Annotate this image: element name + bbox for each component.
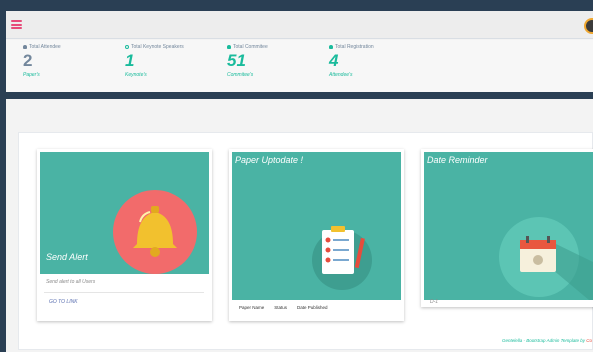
user-avatar[interactable]: [584, 18, 593, 34]
user-icon: [227, 45, 231, 49]
content-panel: Send Alert Send alert to all Users GO TO…: [18, 132, 593, 350]
stat-sub: Paper's: [23, 72, 40, 78]
footer-link[interactable]: Co: [586, 338, 592, 343]
card-divider: [44, 292, 204, 293]
stat-total-commitee: Total Commitee 51 Commitee's: [227, 44, 268, 78]
column-header: Date Published: [297, 305, 328, 310]
footer-text: Gentelella - Bootstrap Admin Template by: [502, 338, 587, 343]
user-icon: [329, 45, 333, 49]
hamburger-icon[interactable]: [11, 20, 22, 29]
calendar-icon: [499, 217, 593, 300]
divider-bar: [6, 92, 593, 99]
user-icon: [23, 45, 27, 49]
date-reminder-description: D-1: [430, 299, 439, 305]
date-reminder-card[interactable]: Date Reminder D-1: [421, 149, 593, 307]
stat-value: 51: [227, 51, 246, 70]
stat-total-registration: Total Registration 4 Attendee's: [329, 44, 374, 78]
send-alert-title: Send Alert: [46, 252, 88, 262]
stat-label: Total Commitee: [233, 44, 268, 50]
send-alert-description: Send alert to all Users: [46, 279, 96, 285]
stat-value: 1: [125, 51, 135, 70]
date-reminder-image: Date Reminder: [424, 152, 593, 300]
date-reminder-title: Date Reminder: [427, 155, 488, 165]
paper-uptodate-image: Paper Uptodate !: [232, 152, 401, 300]
footer-credit: Gentelella - Bootstrap Admin Template by…: [502, 338, 592, 343]
clock-icon: [125, 45, 129, 49]
paper-uptodate-title: Paper Uptodate !: [235, 155, 304, 165]
stat-label: Total Attendee: [29, 44, 61, 50]
clipboard-icon: [312, 226, 372, 290]
stat-total-attendee: Total Attendee 2 Paper's: [23, 44, 61, 78]
app-window: Total Attendee 2 Paper's Total Keynote S…: [6, 11, 593, 352]
stat-value: 4: [329, 51, 339, 70]
stats-row: Total Attendee 2 Paper's Total Keynote S…: [6, 40, 593, 92]
stat-sub: Attendee's: [329, 72, 353, 78]
send-alert-image: Send Alert: [40, 152, 209, 274]
stat-sub: Commitee's: [227, 72, 254, 78]
paper-table-header: Paper Name Status Date Published: [234, 305, 333, 310]
stat-label: Total Registration: [335, 44, 374, 50]
send-alert-card[interactable]: Send Alert Send alert to all Users GO TO…: [37, 149, 212, 321]
stat-label: Total Keynote Speakers: [131, 44, 184, 50]
go-to-link[interactable]: GO TO LINK: [49, 299, 78, 305]
column-header: Paper Name: [239, 305, 265, 310]
stat-value: 2: [23, 51, 33, 70]
stat-total-keynote: Total Keynote Speakers 1 Keynote's: [125, 44, 184, 78]
top-navbar: [6, 11, 593, 39]
paper-uptodate-card[interactable]: Paper Uptodate ! Paper Name Status Date …: [229, 149, 404, 321]
column-header: Status: [274, 305, 288, 310]
stat-sub: Keynote's: [125, 72, 147, 78]
